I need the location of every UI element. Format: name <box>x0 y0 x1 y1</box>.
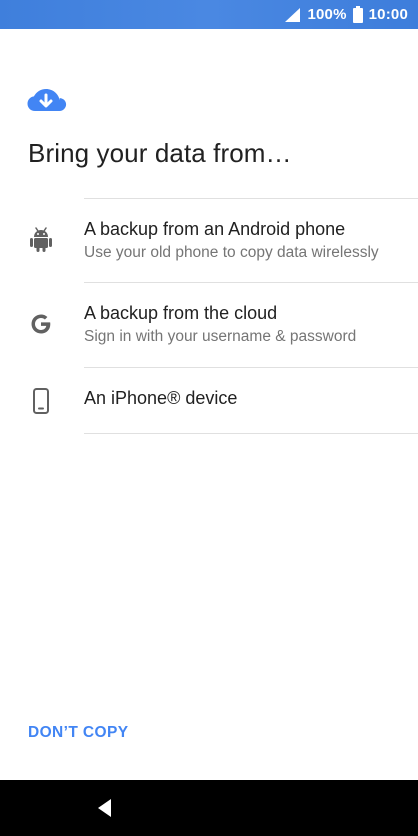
option-title: A backup from an Android phone <box>84 219 346 239</box>
divider <box>84 198 418 199</box>
option-iphone-device[interactable]: An iPhone® device <box>0 367 418 433</box>
status-bar: 100% 10:00 <box>0 0 418 29</box>
phone-icon <box>28 387 54 415</box>
signal-icon <box>284 7 301 23</box>
option-cloud-backup[interactable]: A backup from the cloud Sign in with you… <box>0 282 418 367</box>
option-title: An iPhone® device <box>84 388 238 408</box>
cloud-download-icon <box>27 86 67 118</box>
google-icon <box>28 310 54 338</box>
divider <box>84 433 418 434</box>
battery-icon <box>352 6 363 23</box>
back-triangle-icon[interactable] <box>93 796 117 820</box>
options-list: A backup from an Android phone Use your … <box>0 198 418 434</box>
android-icon <box>28 226 54 254</box>
option-subtitle: Sign in with your username & password <box>84 328 357 345</box>
status-indicators: 100% 10:00 <box>284 0 408 29</box>
option-title: A backup from the cloud <box>84 303 278 323</box>
option-android-backup[interactable]: A backup from an Android phone Use your … <box>0 198 418 282</box>
dont-copy-button[interactable]: DON’T COPY <box>28 724 128 742</box>
divider <box>84 367 418 368</box>
divider <box>84 282 418 283</box>
page-title: Bring your data from… <box>28 138 292 168</box>
navigation-bar <box>0 780 418 836</box>
battery-percent: 100% <box>307 6 347 23</box>
status-time: 10:00 <box>368 6 408 23</box>
option-subtitle: Use your old phone to copy data wireless… <box>84 244 379 261</box>
